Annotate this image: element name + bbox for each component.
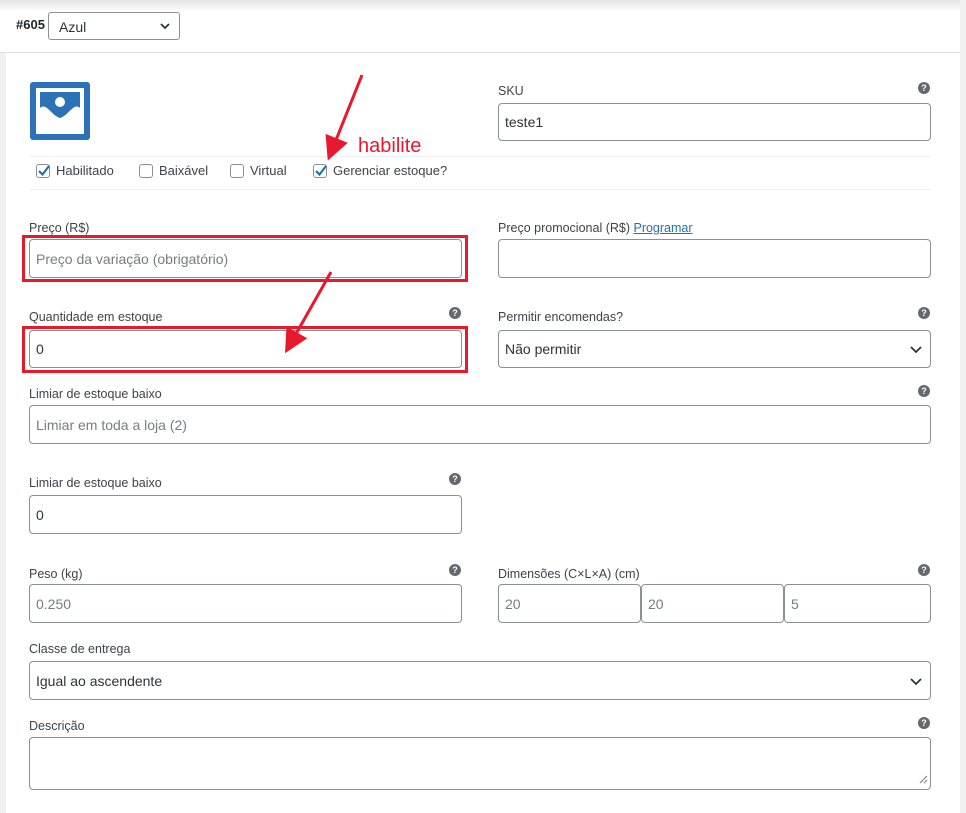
sku-value: teste1 [505, 114, 544, 130]
backorders-select[interactable]: Não permitir [498, 330, 931, 368]
variation-attribute-select[interactable]: Azul [48, 12, 180, 40]
divider [30, 189, 931, 190]
checkmark-icon [38, 164, 50, 176]
weight-label: Peso (kg) [29, 567, 83, 581]
weight-input[interactable]: 0.250 [29, 584, 462, 623]
backorders-value: Não permitir [505, 341, 582, 357]
help-icon[interactable]: ? [449, 564, 461, 576]
virtual-label: Virtual [250, 163, 287, 178]
help-icon[interactable]: ? [449, 307, 461, 319]
low-stock-input-2[interactable]: 0 [29, 495, 462, 534]
downloadable-label: Baixável [159, 163, 209, 178]
resize-grip-icon[interactable] [919, 771, 928, 787]
stock-qty-label: Quantidade em estoque [29, 310, 163, 324]
low-stock-input[interactable]: Limiar em toda a loja (2) [29, 405, 931, 444]
low-stock-placeholder: Limiar em toda a loja (2) [36, 416, 187, 433]
option-virtual[interactable]: Virtual [230, 163, 287, 178]
sku-label: SKU [498, 84, 524, 98]
low-stock-label-2: Limiar de estoque baixo [29, 476, 162, 490]
chevron-down-icon [910, 341, 922, 357]
low-stock-label: Limiar de estoque baixo [29, 387, 162, 401]
sale-price-label-text: Preço promocional (R$) [498, 221, 630, 235]
backorders-label: Permitir encomendas? [498, 310, 624, 324]
annotation-habilite: habilite [358, 135, 422, 157]
shipping-class-value: Igual ao ascendente [36, 672, 163, 689]
low-stock-value-2: 0 [36, 506, 44, 523]
virtual-checkbox[interactable] [230, 163, 244, 178]
shipping-class-select[interactable]: Igual ao ascendente [29, 661, 931, 700]
width-placeholder: 20 [648, 595, 664, 612]
checkmark-icon [315, 164, 327, 176]
variation-image-placeholder[interactable] [30, 82, 90, 140]
header-shadow [0, 0, 960, 12]
page-edge [960, 0, 966, 803]
description-label: Descrição [29, 719, 85, 733]
help-icon[interactable]: ? [918, 82, 930, 94]
shipping-class-label: Classe de entrega [29, 642, 131, 656]
variation-attribute-value: Azul [59, 19, 87, 35]
help-icon[interactable]: ? [449, 473, 461, 485]
chevron-down-icon [159, 13, 171, 50]
help-icon[interactable]: ? [918, 307, 930, 319]
option-enabled[interactable]: Habilitado [36, 163, 114, 178]
sale-price-input[interactable] [498, 239, 931, 278]
option-manage-stock[interactable]: Gerenciar estoque? [313, 163, 447, 178]
enabled-label: Habilitado [56, 163, 114, 178]
schedule-link[interactable]: Programar [633, 221, 692, 235]
height-input[interactable]: 5 [784, 584, 931, 623]
weight-placeholder: 0.250 [36, 595, 72, 612]
divider [30, 156, 931, 157]
help-icon[interactable]: ? [918, 564, 930, 576]
option-downloadable[interactable]: Baixável [139, 163, 208, 178]
help-icon[interactable]: ? [918, 717, 930, 729]
sku-input[interactable]: teste1 [498, 103, 931, 141]
highlight-box [22, 235, 468, 282]
variation-header: #605 Azul [0, 0, 960, 53]
price-label: Preço (R$) [29, 221, 90, 235]
chevron-down-icon [910, 673, 922, 689]
sale-price-label: Preço promocional (R$) Programar [498, 221, 693, 235]
length-placeholder: 20 [505, 595, 521, 612]
highlight-box [22, 326, 468, 373]
downloadable-checkbox[interactable] [139, 163, 153, 178]
length-input[interactable]: 20 [498, 584, 641, 623]
manage-stock-label: Gerenciar estoque? [333, 163, 448, 178]
variation-id: #605 [16, 17, 45, 32]
help-icon[interactable]: ? [918, 385, 930, 397]
description-textarea[interactable] [29, 737, 931, 790]
enabled-checkbox[interactable] [36, 163, 50, 178]
manage-stock-checkbox[interactable] [313, 163, 327, 178]
width-input[interactable]: 20 [641, 584, 784, 623]
dimensions-label: Dimensões (C×L×A) (cm) [498, 567, 640, 581]
height-placeholder: 5 [791, 595, 799, 612]
